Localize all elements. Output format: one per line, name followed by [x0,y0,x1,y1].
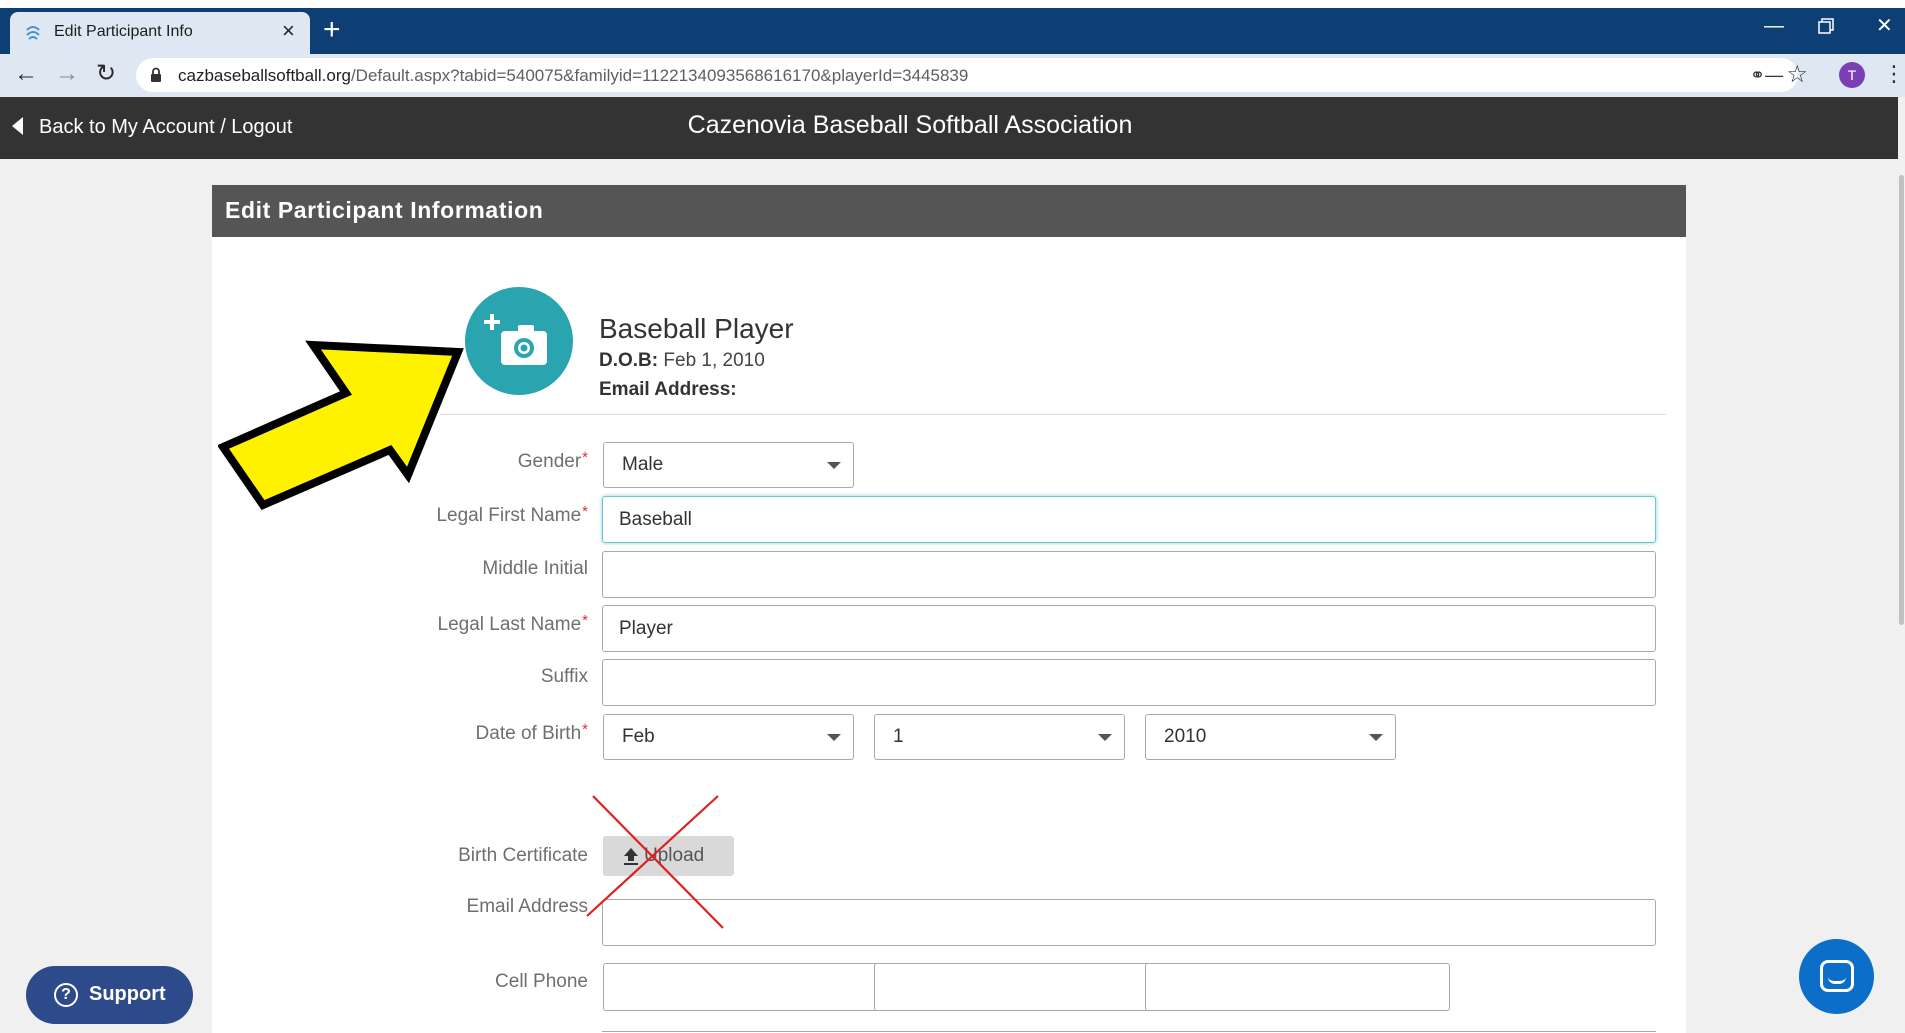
suffix-label: Suffix [540,666,588,687]
gender-select[interactable]: Male [603,442,854,488]
required-mark: * [582,721,588,738]
window-top-edge [0,0,1905,8]
cell-phone-prefix[interactable] [874,963,1179,1011]
new-tab-icon[interactable]: + [323,15,341,45]
dob-day-value: 1 [893,726,904,747]
forward-arrow-icon[interactable]: → [55,60,79,88]
birth-certificate-label: Birth Certificate [458,845,588,866]
bookmark-star-icon[interactable]: ☆ [1786,60,1808,89]
participant-email: Email Address: [599,379,737,401]
dob-field-label: Date of Birth* [476,721,588,745]
tab-title: Edit Participant Info [54,23,193,40]
edit-participant-panel: Edit Participant Information Baseball Pl… [212,185,1686,1033]
panel-title: Edit Participant Information [225,197,544,223]
support-button[interactable]: ? Support [26,966,193,1024]
back-arrow-icon[interactable]: ← [14,60,38,88]
first-name-value: Baseball [619,509,692,530]
lock-icon [151,67,161,82]
chevron-down-icon [827,734,841,741]
page-scrollbar-thumb[interactable] [1899,175,1904,625]
cell-phone-area-code[interactable] [603,963,908,1011]
last-name-label: Legal Last Name* [438,612,589,636]
panel-header: Edit Participant Information [212,185,1686,237]
required-mark: * [582,612,588,629]
key-icon[interactable]: ⚭— [1750,65,1783,86]
dob-year-select[interactable]: 2010 [1145,714,1396,760]
url-text: cazbaseballsoftball.org/Default.aspx?tab… [178,66,968,86]
site-header: Back to My Account / Logout Cazenovia Ba… [0,97,1898,159]
cell-phone-label: Cell Phone [495,971,588,992]
divider [440,414,1666,415]
first-name-field[interactable]: Baseball [602,496,1656,543]
dob-month-value: Feb [622,726,655,747]
swirl-icon [26,26,40,40]
annotation-arrow-icon [218,340,464,510]
dob-value: Feb 1, 2010 [663,350,765,371]
gender-value: Male [622,454,664,475]
profile-avatar[interactable]: T [1839,62,1865,88]
dob-year-value: 2010 [1164,726,1207,747]
email-label: Email Address: [599,379,737,400]
dob-label: D.O.B: [599,350,659,371]
required-mark: * [582,503,588,520]
middle-initial-label: Middle Initial [482,558,588,579]
browser-menu-icon[interactable]: ⋮ [1883,62,1905,86]
gender-label-text: Gender [517,451,582,472]
dob-day-select[interactable]: 1 [874,714,1125,760]
email-field-label: Email Address [466,896,588,917]
help-icon: ? [54,983,78,1007]
add-photo-button[interactable] [465,287,573,395]
close-tab-icon[interactable]: × [282,20,295,42]
suffix-field[interactable] [602,659,1656,706]
participant-name: Baseball Player [599,313,794,344]
camera-add-icon [484,314,547,365]
support-label: Support [89,983,166,1005]
chevron-down-icon [827,462,841,469]
email-field[interactable] [602,899,1656,946]
url-field[interactable]: cazbaseballsoftball.org/Default.aspx?tab… [136,58,1808,92]
required-mark: * [582,449,588,466]
chat-bubble-icon [1820,960,1854,992]
last-name-field[interactable]: Player [602,605,1656,652]
url-path: /Default.aspx?tabid=540075&familyid=1122… [350,66,969,85]
reload-icon[interactable]: ↻ [96,60,116,88]
cell-phone-line[interactable] [1145,963,1450,1011]
dob-field-label-text: Date of Birth [475,723,582,744]
last-name-label-text: Legal Last Name [437,614,582,635]
minimize-icon[interactable]: — [1764,16,1784,36]
address-bar: ← → ↻ cazbaseballsoftball.org/Default.as… [0,54,1905,97]
participant-dob: D.O.B: Feb 1, 2010 [599,350,765,372]
browser-tab-strip: Edit Participant Info × + — ✕ [0,8,1905,54]
restore-icon[interactable] [1818,18,1834,38]
chevron-down-icon [1369,734,1383,741]
chevron-down-icon [1098,734,1112,741]
close-window-icon[interactable]: ✕ [1876,16,1893,36]
middle-initial-field[interactable] [602,551,1656,598]
browser-tab[interactable]: Edit Participant Info × [10,12,310,54]
url-host: cazbaseballsoftball.org [178,66,351,85]
chat-launcher-button[interactable] [1799,939,1874,1014]
site-title: Cazenovia Baseball Softball Association [687,111,1133,139]
annotation-x-icon [586,795,724,929]
last-name-value: Player [619,618,673,639]
dob-month-select[interactable]: Feb [603,714,854,760]
gender-label: Gender* [518,449,588,473]
